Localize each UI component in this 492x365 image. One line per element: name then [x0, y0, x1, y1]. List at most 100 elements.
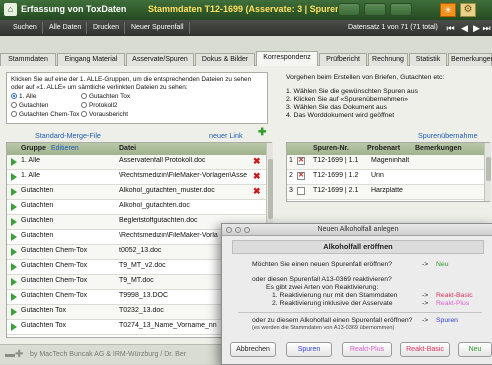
file-name: Alkohol_gutachten_muster.doc	[119, 187, 215, 194]
file-group: Gutachten Tox	[21, 322, 67, 329]
tab-statistik[interactable]: Statistik	[409, 53, 447, 66]
open-file-icon[interactable]	[11, 308, 17, 316]
reakt-plus-button[interactable]: Reakt-Plus	[342, 342, 392, 357]
instruction-step: 3. Wählen Sie das Dokument aus	[286, 104, 387, 111]
delete-icon[interactable]: ✖	[253, 171, 261, 182]
minimize-icon[interactable]	[235, 227, 241, 233]
radio-vorausbericht[interactable]: Vorausbericht	[81, 111, 128, 119]
tab-dokus-bilder[interactable]: Dokus & Bilder	[195, 53, 255, 66]
tab-eingang-material[interactable]: Eingang Material	[57, 53, 125, 66]
dialog-divider	[238, 312, 482, 313]
open-file-icon[interactable]	[11, 188, 17, 196]
record-title: Stammdaten T12-1699 (Asservate: 3 | Spur…	[148, 4, 355, 14]
tab-asservate-spuren[interactable]: Asservate/Spuren	[126, 53, 194, 66]
file-group: Gutachten	[21, 187, 54, 194]
alkoholfall-dialog: Neuen Alkoholfall anlegen Alkoholfall er…	[221, 223, 492, 365]
footer-credit: by MacTech Buncak AG & IRM-Würzburg / Dr…	[30, 351, 186, 358]
spur-checkbox[interactable]: ✕	[297, 157, 305, 165]
tab-stammdaten[interactable]: Stammdaten	[0, 53, 56, 66]
last-record-icon[interactable]: ⏭	[480, 22, 492, 34]
file-group: Gutachten Tox	[21, 307, 67, 314]
print-button[interactable]: Drucken	[88, 22, 126, 34]
open-file-icon[interactable]	[11, 203, 17, 211]
radio-gutachten[interactable]: Gutachten	[11, 102, 49, 110]
file-name: \Rechtsmedizin\FileMaker-Vorlagen\Asserv…	[119, 172, 247, 179]
file-row[interactable]: Gutachten Alkohol_gutachten.doc	[7, 200, 266, 215]
neu-button[interactable]: Neu	[458, 342, 492, 357]
file-name: Asservatenfall Protokoll.doc	[119, 157, 206, 164]
col-bemerkungen: Bemerkungen	[415, 145, 462, 152]
open-file-icon[interactable]	[11, 173, 17, 181]
toolbar-button-3[interactable]	[390, 3, 412, 16]
reactivate-types: Es gibt zwei Arten von Reaktivierung:	[266, 284, 379, 291]
col-probenart: Probenart	[367, 145, 401, 152]
answer-reakt-plus: Reakt-Plus	[436, 300, 470, 307]
spur-row[interactable]: 3 T12-1699 | 2.1 Harzplatte	[287, 185, 484, 200]
spuren-button[interactable]: Spuren	[286, 342, 332, 357]
edit-link[interactable]: Editieren	[51, 145, 79, 152]
arrow-basic: ->	[422, 292, 429, 299]
scroll-thumb[interactable]	[486, 157, 491, 181]
warning-icon[interactable]: ☀	[440, 3, 456, 17]
open-file-icon[interactable]	[11, 293, 17, 301]
spur-row[interactable]: 1 ✕ T12-1699 | 1.1 Mageninhalt	[287, 155, 484, 170]
col-gruppe: Gruppe	[21, 145, 46, 152]
first-record-icon[interactable]: ⏮	[444, 22, 457, 34]
open-file-icon[interactable]	[11, 263, 17, 271]
spur-nr: T12-1699 | 1.2	[313, 172, 359, 179]
delete-icon[interactable]: ✖	[253, 156, 261, 167]
add-icon[interactable]: ✚	[258, 127, 266, 138]
spuren-scrollbar[interactable]	[484, 143, 491, 201]
open-file-icon[interactable]	[11, 158, 17, 166]
files-table-header: Gruppe Editieren Datei	[7, 143, 266, 155]
cancel-button[interactable]: Abbrechen	[230, 342, 276, 357]
close-icon[interactable]	[226, 227, 232, 233]
file-row[interactable]: 1. Alle \Rechtsmedizin\FileMaker-Vorlagen…	[7, 170, 266, 185]
answer-spuren: Spuren	[436, 317, 458, 324]
dialog-header: Alkoholfall eröffnen	[232, 240, 484, 254]
spur-checkbox[interactable]: ✕	[297, 172, 305, 180]
arrow-plus: ->	[422, 300, 429, 307]
settings-icon[interactable]: ⚙	[460, 3, 476, 17]
radio-1-alle[interactable]: 1. Alle	[11, 93, 36, 101]
question-new: Möchten Sie einen neuen Spurenfall eröff…	[252, 261, 393, 268]
reakt-basic-button[interactable]: Reakt-Basic	[400, 342, 450, 357]
instructions: Vorgehen beim Erstellen von Briefen, Gut…	[286, 74, 486, 120]
file-group: Gutachten	[21, 217, 54, 224]
search-button[interactable]: Suchen	[8, 22, 43, 34]
open-file-icon[interactable]	[11, 278, 17, 286]
spur-checkbox[interactable]	[297, 187, 305, 195]
open-file-icon[interactable]	[11, 248, 17, 256]
footer-logo-icon: ▬✚	[5, 349, 24, 360]
spur-probenart: Mageninhalt	[371, 157, 410, 164]
open-file-icon[interactable]	[11, 323, 17, 331]
tab-pruefbericht[interactable]: Prüfbericht	[319, 53, 367, 66]
tab-bemerkungen[interactable]: Bemerkungen	[448, 53, 492, 66]
answer-new: Neu	[436, 261, 449, 268]
spur-nr: T12-1699 | 1.1	[313, 157, 359, 164]
arrow-new: ->	[422, 261, 429, 268]
spur-row[interactable]: 2 ✕ T12-1699 | 1.2 Urin	[287, 170, 484, 185]
tab-korrespondenz[interactable]: Korrespondenz	[256, 51, 318, 67]
radio-protokoll2[interactable]: Protokoll2	[81, 102, 117, 110]
delete-icon[interactable]: ✖	[253, 186, 261, 197]
standard-merge-file-link[interactable]: Standard-Merge-File	[35, 131, 101, 140]
tab-rechnung[interactable]: Rechnung	[368, 53, 408, 66]
spuren-uebernahme-button[interactable]: Spurenübernahme	[418, 131, 478, 140]
open-file-icon[interactable]	[11, 233, 17, 241]
radio-gutachten-tox[interactable]: Gutachten Tox	[81, 93, 130, 101]
radio-gutachten-chem-tox[interactable]: Gutachten Chem-Tox	[11, 111, 79, 119]
toolbar-button-1[interactable]	[338, 3, 360, 16]
file-group: Gutachten	[21, 232, 54, 239]
file-row[interactable]: 1. Alle Asservatenfall Protokoll.doc ✖	[7, 155, 266, 170]
open-file-icon[interactable]	[11, 218, 17, 226]
new-link-button[interactable]: neuer Link	[209, 131, 243, 140]
toolbar-button-2[interactable]	[364, 3, 386, 16]
radio-dot-icon	[11, 111, 17, 117]
file-row[interactable]: Gutachten Alkohol_gutachten_muster.doc ✖	[7, 185, 266, 200]
all-data-button[interactable]: Alle Daten	[44, 22, 88, 34]
new-spurenfall-button[interactable]: Neuer Spurenfall	[126, 22, 190, 34]
zoom-icon[interactable]	[244, 227, 250, 233]
scroll-thumb[interactable]	[268, 159, 273, 219]
spur-index: 1	[289, 157, 293, 164]
